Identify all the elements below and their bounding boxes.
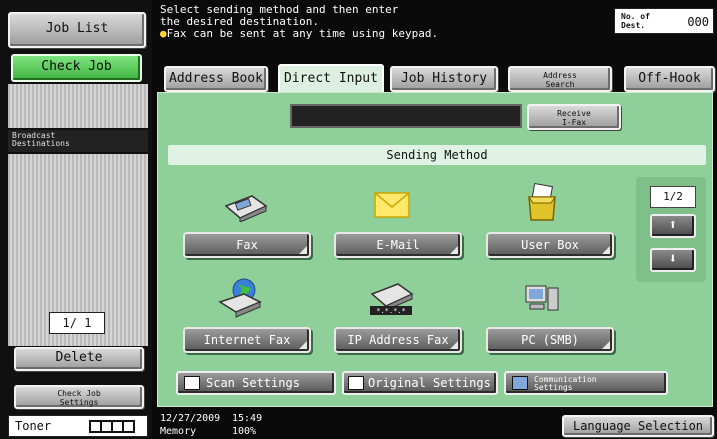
footer-memory-value: 100% bbox=[232, 426, 257, 437]
method-fax-button[interactable]: Fax bbox=[183, 232, 311, 258]
scan-settings-button[interactable]: Scan Settings bbox=[176, 371, 336, 395]
instruction-line-3: Fax can be sent at any time using keypad… bbox=[166, 27, 439, 40]
toner-label: Toner bbox=[15, 419, 52, 433]
tab-off-hook[interactable]: Off-Hook bbox=[624, 66, 715, 92]
fax-icon bbox=[224, 195, 268, 222]
method-user-box-button[interactable]: User Box bbox=[486, 232, 614, 258]
scan-settings-label: Scan Settings bbox=[206, 376, 300, 390]
svg-text:*.*.*.*: *.*.*.* bbox=[376, 307, 406, 315]
check-job-settings-button[interactable]: Check Job Settings bbox=[14, 385, 144, 409]
footer-time: 15:49 bbox=[232, 413, 263, 424]
page-down-button[interactable]: ⬇ bbox=[650, 248, 696, 272]
ip-fax-icon: *.*.*.* bbox=[370, 283, 414, 315]
method-email-button[interactable]: E-Mail bbox=[334, 232, 462, 258]
receive-ifax-button[interactable]: Receive I-Fax bbox=[527, 104, 621, 130]
dest-count-box: No. of Dest. 000 bbox=[614, 8, 714, 34]
user-box-icon bbox=[528, 183, 556, 221]
broadcast-destinations-label: Broadcast Destinations bbox=[8, 130, 148, 152]
instruction-line-1: Select sending method and then enter bbox=[160, 3, 399, 16]
left-stripe-top bbox=[8, 84, 148, 128]
page-up-button[interactable]: ⬆ bbox=[650, 214, 696, 238]
language-selection-button[interactable]: Language Selection bbox=[562, 415, 714, 437]
toner-gauge bbox=[89, 420, 135, 433]
lightbulb-icon: ● bbox=[160, 27, 167, 40]
method-internet-fax-button[interactable]: Internet Fax bbox=[183, 327, 311, 353]
original-settings-icon bbox=[348, 375, 364, 390]
computer-icon bbox=[525, 285, 559, 311]
dest-count-label: No. of Dest. bbox=[621, 12, 650, 30]
tab-direct-input[interactable]: Direct Input bbox=[278, 64, 384, 94]
method-pc-smb-button[interactable]: PC (SMB) bbox=[486, 327, 614, 353]
arrow-up-icon: ⬆ bbox=[668, 217, 678, 233]
tab-address-book[interactable]: Address Book bbox=[164, 66, 268, 92]
communication-settings-icon bbox=[512, 375, 528, 390]
instruction-line-2: the desired destination. bbox=[160, 15, 319, 28]
footer-memory-label: Memory bbox=[160, 426, 197, 437]
job-list-button[interactable]: Job List bbox=[8, 12, 146, 48]
communication-settings-label: Communication Settings bbox=[534, 374, 597, 392]
scan-settings-icon bbox=[184, 375, 200, 390]
destination-input[interactable] bbox=[290, 104, 522, 128]
envelope-icon bbox=[374, 192, 410, 218]
toner-status: Toner bbox=[8, 415, 148, 437]
method-page-indicator: 1/2 bbox=[650, 186, 696, 208]
check-job-button[interactable]: Check Job bbox=[11, 54, 142, 82]
sending-method-header: Sending Method bbox=[168, 145, 706, 165]
communication-settings-button[interactable]: Communication Settings bbox=[504, 371, 668, 395]
instruction-line-3-wrap: ●Fax can be sent at any time using keypa… bbox=[160, 28, 438, 39]
arrow-down-icon: ⬇ bbox=[668, 251, 678, 267]
internet-fax-icon bbox=[218, 278, 262, 318]
tab-address-search[interactable]: Address Search bbox=[508, 66, 612, 92]
original-settings-label: Original Settings bbox=[368, 376, 491, 390]
method-ip-address-fax-button[interactable]: IP Address Fax bbox=[334, 327, 462, 353]
footer-date: 12/27/2009 bbox=[160, 413, 221, 424]
dest-count-value: 000 bbox=[687, 15, 709, 29]
tab-job-history[interactable]: Job History bbox=[390, 66, 498, 92]
page-counter-box: 1/ 1 bbox=[49, 312, 105, 334]
delete-button[interactable]: Delete bbox=[14, 347, 144, 371]
original-settings-button[interactable]: Original Settings bbox=[342, 371, 498, 395]
